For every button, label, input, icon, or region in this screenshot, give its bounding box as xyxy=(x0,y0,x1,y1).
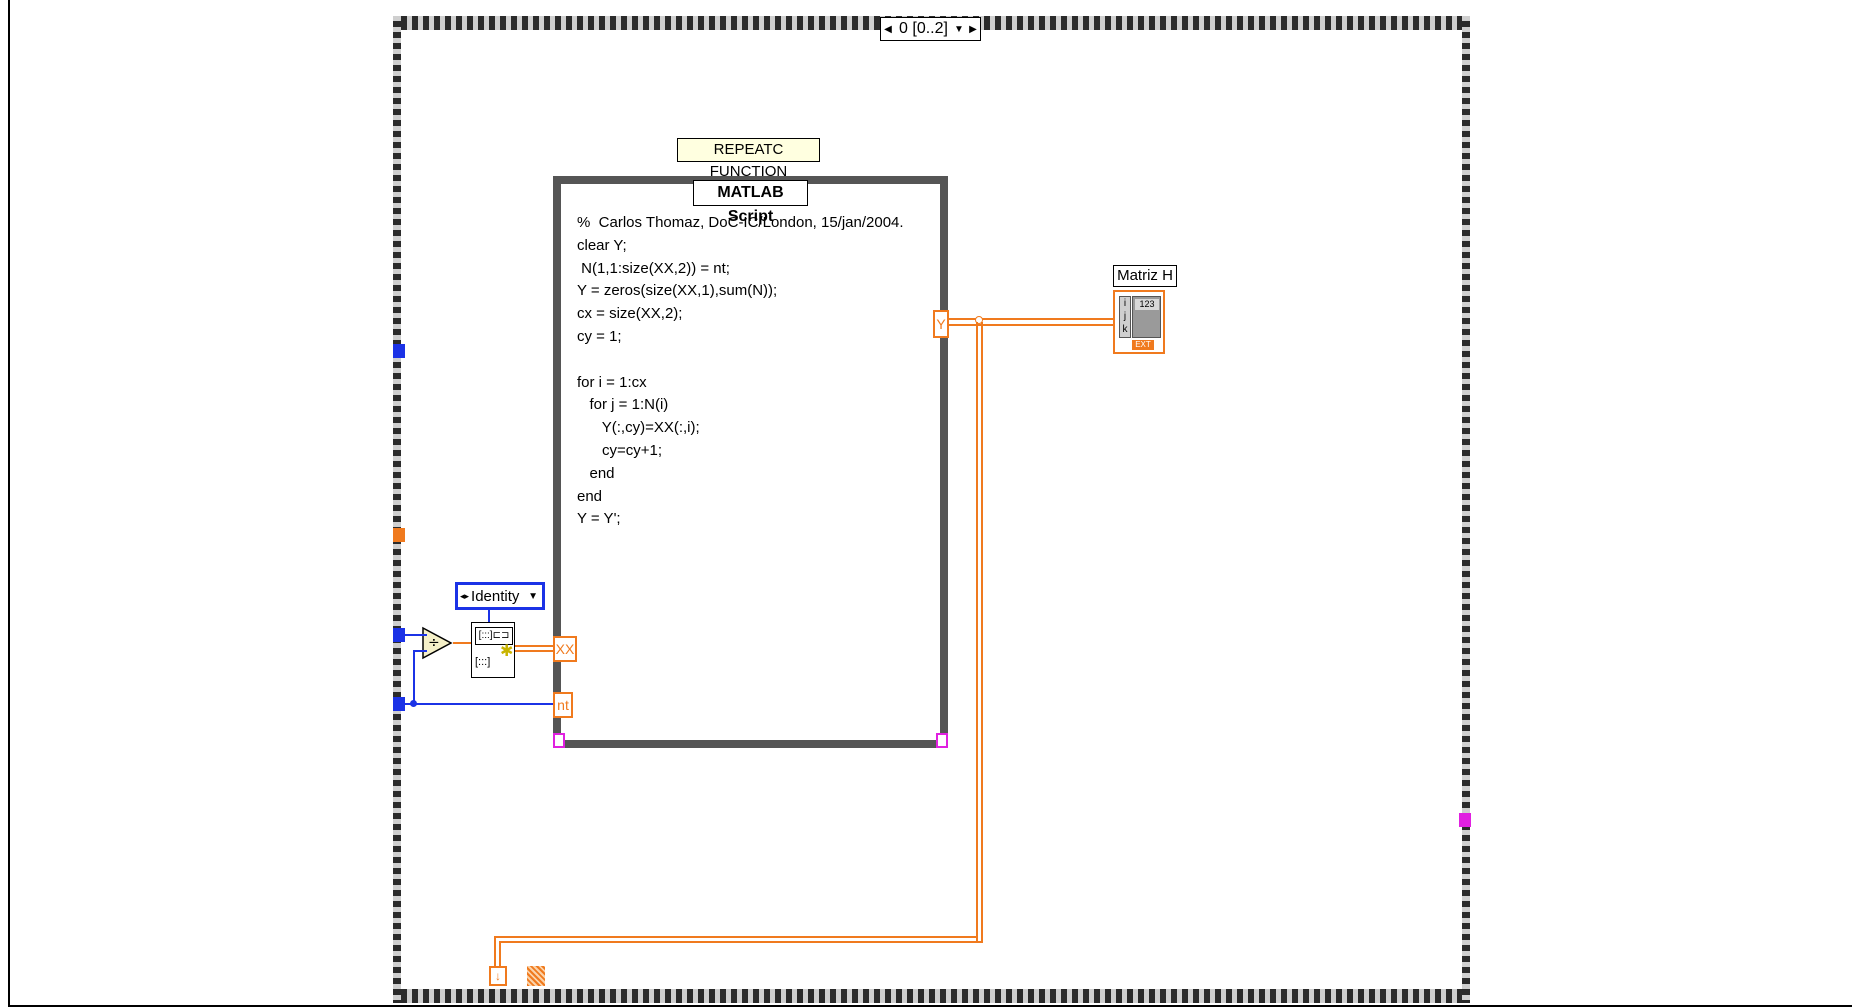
matlab-script-title: MATLAB Script xyxy=(693,180,808,225)
index-k: k xyxy=(1122,324,1128,335)
wire-left-down-2 xyxy=(499,941,501,968)
identity-value: Identity xyxy=(471,587,520,605)
input-terminal-xx[interactable]: XX xyxy=(553,636,577,662)
case-selector-value: 0 [0..2] xyxy=(899,20,948,37)
tunnel-blue-3[interactable] xyxy=(393,697,405,711)
index-j: j xyxy=(1123,311,1127,322)
error-in-terminal[interactable] xyxy=(553,733,565,748)
wire-blue-junction xyxy=(410,700,417,707)
error-out-terminal[interactable] xyxy=(936,733,948,748)
wire-bottom-1 xyxy=(494,936,978,938)
wire-bottom-2 xyxy=(499,941,983,943)
index-i: i xyxy=(1123,298,1127,309)
wire-left-down-1 xyxy=(494,936,496,968)
star-icon: ✱ xyxy=(500,643,514,660)
increment-case-icon[interactable]: ▶ xyxy=(966,18,980,40)
tunnel-orange[interactable] xyxy=(393,528,405,542)
value-panel: 123 xyxy=(1132,296,1161,338)
wire-y-down-1 xyxy=(976,322,978,941)
shift-register-terminal[interactable]: ↓ xyxy=(489,966,507,986)
wire-blue-branch-h xyxy=(413,650,427,652)
wire-y-down-2 xyxy=(981,322,983,941)
numeric-badge: 123 xyxy=(1135,299,1159,310)
wire-matrix-to-xx-1 xyxy=(515,645,553,647)
shift-register-tunnel[interactable] xyxy=(527,966,545,986)
matriz-h-label: Matriz H xyxy=(1113,265,1177,287)
wire-blue-in-1 xyxy=(405,634,427,636)
case-bottom-border xyxy=(393,989,1470,1003)
identity-enum[interactable]: ◂▸ Identity ▼ xyxy=(455,582,545,610)
case-right-border xyxy=(1462,16,1470,1003)
output-terminal-y[interactable]: Y xyxy=(933,310,949,338)
tunnel-blue-2[interactable] xyxy=(393,628,405,642)
matriz-h-indicator[interactable]: i j k 123 EXT xyxy=(1113,290,1165,354)
case-selector[interactable]: ◀ 0 [0..2] ▼ ▶ xyxy=(880,17,981,41)
decrement-case-icon[interactable]: ◀ xyxy=(881,18,895,40)
input-terminal-nt[interactable]: nt xyxy=(553,692,573,718)
wire-y-to-indicator-2 xyxy=(949,324,1117,326)
wire-matrix-to-xx-2 xyxy=(515,650,553,652)
svg-text:÷: ÷ xyxy=(428,635,440,651)
repeat-function-label: REPEATC FUNCTION xyxy=(677,138,820,180)
matlab-script-code[interactable]: % Carlos Thomaz, DoC-IC/London, 15/jan/2… xyxy=(577,212,937,531)
index-panel: i j k xyxy=(1119,296,1131,338)
wire-blue-branch-v xyxy=(413,650,415,704)
wire-divide-to-matrix xyxy=(453,642,471,644)
matrix-bottom-icon: [:::] xyxy=(475,656,491,668)
enum-dropdown-icon[interactable]: ▼ xyxy=(528,591,542,602)
tunnel-blue-1[interactable] xyxy=(393,344,405,358)
matrix-function-node[interactable]: [:::]⊏⊐ [:::] ✱ xyxy=(471,622,515,678)
case-left-border xyxy=(393,16,401,1003)
tunnel-pink[interactable] xyxy=(1459,813,1471,827)
divide-function-icon[interactable]: ÷ xyxy=(421,626,453,660)
type-badge: EXT xyxy=(1132,340,1154,350)
dropdown-arrow-icon[interactable]: ▼ xyxy=(952,18,966,40)
increment-decrement-icon[interactable]: ◂▸ xyxy=(458,591,471,602)
wire-blue-in-2-h xyxy=(405,703,553,705)
